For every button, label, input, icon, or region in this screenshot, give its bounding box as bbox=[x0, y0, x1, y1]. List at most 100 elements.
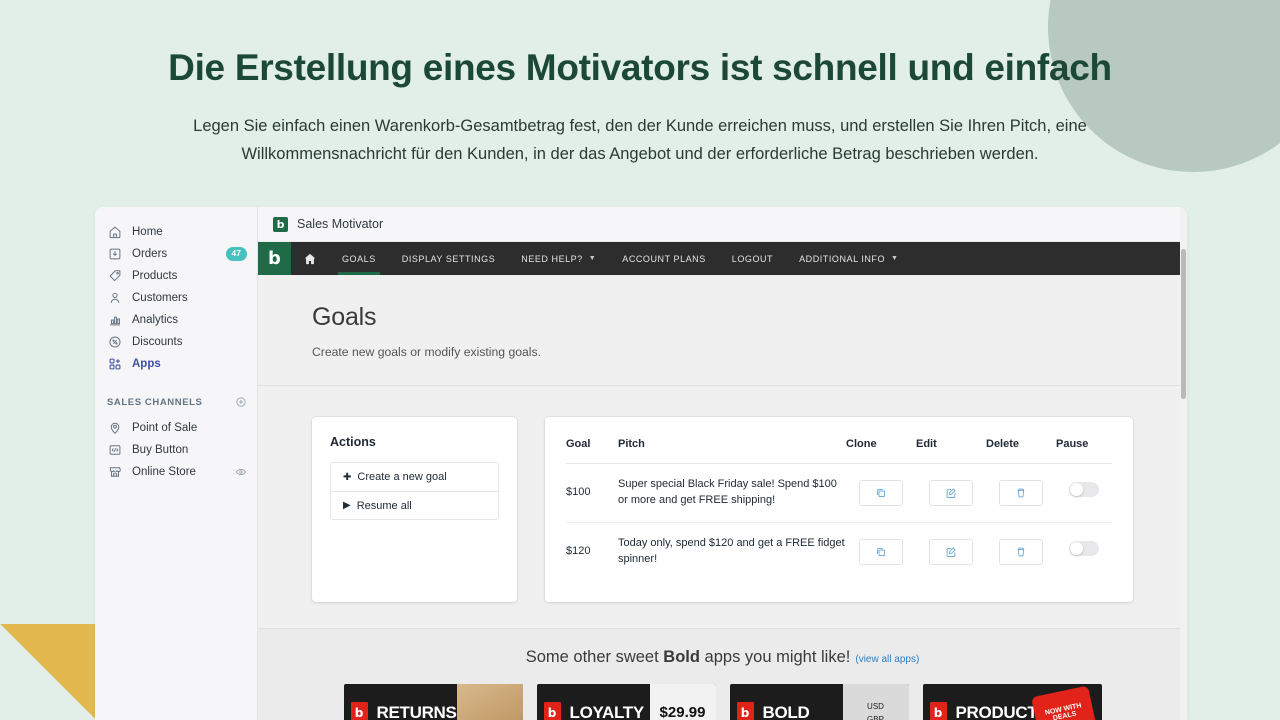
vertical-scrollbar[interactable] bbox=[1180, 207, 1187, 720]
sidebar-item-orders[interactable]: Orders 47 bbox=[95, 243, 257, 265]
storefront-icon bbox=[107, 465, 122, 480]
goals-table: Goal Pitch Clone Edit Delete Pause $100 … bbox=[566, 438, 1112, 581]
sidebar-item-label: Analytics bbox=[132, 314, 179, 326]
cell-delete bbox=[986, 522, 1056, 580]
cell-pitch: Today only, spend $120 and get a FREE fi… bbox=[618, 536, 845, 565]
code-brackets-icon bbox=[107, 443, 122, 458]
cell-edit bbox=[916, 522, 986, 580]
app-title: Sales Motivator bbox=[297, 217, 384, 231]
chevron-down-icon: ▼ bbox=[588, 255, 597, 262]
actions-card: Actions ✚ Create a new goal ▶ Resume all bbox=[312, 417, 517, 602]
sidebar-item-online-store[interactable]: Online Store bbox=[95, 461, 257, 483]
currency-gbp-label: GBP bbox=[867, 714, 884, 720]
resume-all-button[interactable]: ▶ Resume all bbox=[331, 491, 498, 519]
page-title: Die Erstellung eines Motivators ist schn… bbox=[168, 47, 1112, 88]
scrollbar-thumb[interactable] bbox=[1181, 249, 1186, 399]
tab-need-help[interactable]: NEED HELP? ▼ bbox=[508, 242, 609, 275]
bold-logo-icon: b bbox=[543, 702, 561, 720]
eye-icon[interactable] bbox=[235, 466, 247, 478]
edit-button[interactable] bbox=[929, 538, 973, 565]
view-all-apps-link[interactable]: (view all apps) bbox=[855, 654, 919, 665]
clone-button[interactable] bbox=[859, 479, 903, 506]
sidebar-item-label: Products bbox=[132, 270, 178, 282]
now-with-deals-burst: NOW WITH DEALS bbox=[1030, 685, 1097, 720]
orders-icon bbox=[107, 247, 122, 262]
sidebar-item-apps[interactable]: Apps bbox=[95, 353, 257, 375]
app-card-name: BOLD bbox=[762, 702, 810, 720]
tab-goals[interactable]: GOALS bbox=[329, 242, 389, 275]
shop-sidebar: Home Orders 47 Products Customers Analyt… bbox=[95, 207, 258, 720]
column-header-pause: Pause bbox=[1056, 438, 1112, 464]
delete-button[interactable] bbox=[999, 538, 1043, 565]
app-card-returns[interactable]: b RETURNS bbox=[343, 683, 523, 720]
goals-subheading: Create new goals or modify existing goal… bbox=[312, 345, 541, 359]
sidebar-item-discounts[interactable]: Discounts bbox=[95, 331, 257, 353]
goals-page-body: Actions ✚ Create a new goal ▶ Resume all bbox=[258, 386, 1187, 602]
currency-usd-label: USD bbox=[867, 701, 884, 711]
location-pin-icon bbox=[107, 421, 122, 436]
tab-logout[interactable]: LOGOUT bbox=[719, 242, 786, 275]
orders-count-badge: 47 bbox=[225, 247, 247, 261]
app-cards-row: b RETURNS b LOYALTY $29.99 b BOLD USD GB… bbox=[258, 683, 1187, 720]
app-card-name: RETURNS bbox=[376, 702, 457, 720]
sidebar-item-label: Discounts bbox=[132, 336, 183, 348]
edit-button[interactable] bbox=[929, 479, 973, 506]
cell-pitch: Super special Black Friday sale! Spend $… bbox=[618, 463, 846, 523]
embedded-app-frame: b Sales Motivator b GOALS DISPLAY SETTIN… bbox=[258, 207, 1187, 720]
column-header-delete: Delete bbox=[986, 438, 1056, 464]
bold-logo-icon: b bbox=[929, 702, 947, 720]
sidebar-item-analytics[interactable]: Analytics bbox=[95, 309, 257, 331]
create-new-goal-button[interactable]: ✚ Create a new goal bbox=[331, 463, 498, 491]
app-titlebar: b Sales Motivator bbox=[258, 207, 1187, 242]
tab-label: GOALS bbox=[342, 253, 376, 264]
decorative-triangle bbox=[0, 624, 96, 720]
multi-currency-art: USD GBP bbox=[842, 683, 909, 720]
action-label: Resume all bbox=[356, 499, 412, 512]
tab-display-settings[interactable]: DISPLAY SETTINGS bbox=[389, 242, 509, 275]
delete-button[interactable] bbox=[999, 479, 1043, 506]
bold-logo-icon: b bbox=[273, 216, 288, 232]
goals-page-header: Goals Create new goals or modify existin… bbox=[258, 275, 1187, 386]
sidebar-item-label: Home bbox=[132, 226, 163, 238]
tab-label: DISPLAY SETTINGS bbox=[401, 253, 496, 264]
sidebar-item-buy-button[interactable]: Buy Button bbox=[95, 439, 257, 461]
column-header-goal: Goal bbox=[566, 438, 618, 464]
home-solid-icon[interactable] bbox=[291, 242, 329, 275]
goals-table-head: Goal Pitch Clone Edit Delete Pause bbox=[566, 438, 1112, 464]
sidebar-item-point-of-sale[interactable]: Point of Sale bbox=[95, 417, 257, 439]
goals-table-body: $100 Super special Black Friday sale! Sp… bbox=[566, 463, 1112, 581]
cell-delete bbox=[986, 463, 1056, 523]
plus-circle-icon[interactable] bbox=[235, 396, 247, 408]
sidebar-item-label: Orders bbox=[132, 248, 168, 260]
sidebar-item-home[interactable]: Home bbox=[95, 221, 257, 243]
heading-pre: Some other sweet bbox=[525, 647, 664, 666]
cell-pause bbox=[1056, 522, 1112, 580]
sidebar-item-label: Point of Sale bbox=[132, 422, 198, 434]
bold-logo-icon: b bbox=[350, 702, 368, 720]
cell-clone bbox=[846, 522, 916, 580]
sidebar-item-products[interactable]: Products bbox=[95, 265, 257, 287]
tab-additional-info[interactable]: ADDITIONAL INFO ▼ bbox=[786, 242, 911, 275]
table-header-row: Goal Pitch Clone Edit Delete Pause bbox=[566, 438, 1112, 464]
app-card-bold[interactable]: b BOLD USD GBP bbox=[729, 683, 909, 720]
tab-account-plans[interactable]: ACCOUNT PLANS bbox=[609, 242, 719, 275]
column-header-pitch: Pitch bbox=[618, 438, 846, 464]
customers-icon bbox=[107, 291, 122, 306]
app-card-loyalty[interactable]: b LOYALTY $29.99 bbox=[536, 683, 716, 720]
tab-label: ADDITIONAL INFO bbox=[799, 253, 886, 264]
sidebar-item-customers[interactable]: Customers bbox=[95, 287, 257, 309]
action-label: Create a new goal bbox=[357, 471, 447, 483]
pause-toggle[interactable] bbox=[1069, 541, 1099, 557]
other-apps-section: Some other sweet Bold apps you might lik… bbox=[258, 627, 1187, 720]
loyalty-price-art: $29.99 bbox=[649, 683, 716, 720]
tab-label: NEED HELP? bbox=[521, 253, 583, 264]
actions-card-title: Actions bbox=[330, 435, 376, 449]
chevron-down-icon: ▼ bbox=[891, 255, 899, 262]
topnav-logo-icon[interactable]: b bbox=[258, 242, 291, 275]
pause-toggle[interactable] bbox=[1069, 482, 1099, 498]
sidebar-item-label: Buy Button bbox=[132, 444, 189, 456]
cell-goal: $100 bbox=[566, 463, 618, 523]
app-card-product[interactable]: b PRODUCT NOW WITH DEALS bbox=[922, 683, 1102, 720]
apps-grid-icon bbox=[107, 357, 122, 372]
clone-button[interactable] bbox=[859, 538, 903, 565]
